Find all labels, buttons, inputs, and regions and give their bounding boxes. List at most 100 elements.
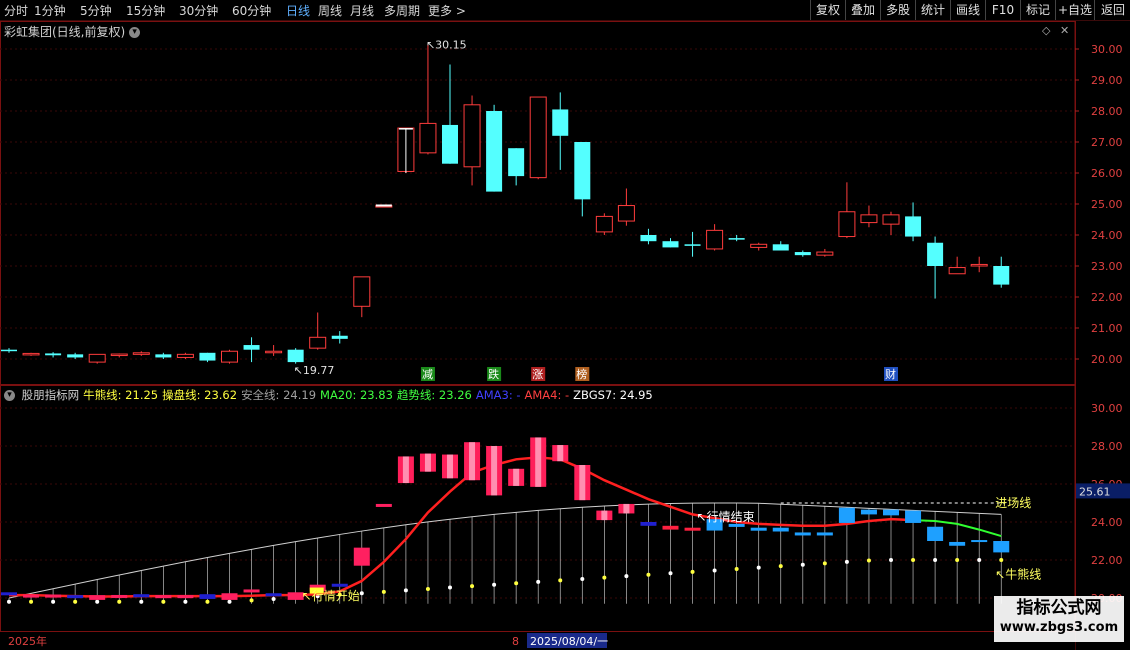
tab-more[interactable]: 更多 > (428, 2, 466, 19)
close-icon[interactable]: ✕ (1060, 24, 1069, 37)
candle-body-down (331, 335, 348, 339)
event-badge-label: 减 (422, 368, 433, 381)
sub-bar-blue (993, 541, 1010, 553)
kline-chart[interactable]: 30.00 29.00 28.00 27.00 26.00 25.00 24.00 23.00… (0, 21, 1130, 650)
candle-body-up (529, 96, 547, 179)
chevron-right-icon: > (455, 4, 466, 18)
market-end-label: ↖行情结束 (697, 510, 755, 524)
candle-body-down (243, 345, 260, 350)
sub-bar-small (155, 595, 172, 599)
tab-15min[interactable]: 15分钟 (126, 2, 165, 19)
sub-bar-small (1, 592, 17, 596)
overlay-button[interactable]: 叠加 (845, 0, 880, 20)
bull-bear-dot (778, 564, 783, 569)
main-panel-frame (0, 21, 1076, 385)
legend-item-3: 安全线: 24.19 (241, 388, 317, 402)
year-label: 2025年 (8, 634, 47, 648)
bull-bear-dot (73, 599, 78, 604)
symbol-title: 彩虹集团(日线,前复权) ▾ (4, 23, 141, 40)
tab-5min[interactable]: 5分钟 (80, 2, 112, 19)
sub-bar-stripe (491, 446, 498, 496)
sub-bar-small (199, 594, 216, 599)
candle-body-down (927, 242, 944, 266)
sub-bar-small (177, 595, 194, 599)
bull-bear-dot (425, 586, 430, 591)
tab-1min[interactable]: 1分钟 (34, 2, 66, 19)
candle-body-up (221, 350, 238, 363)
tab-multi-period[interactable]: 多周期 (384, 2, 420, 19)
bull-bear-dot (117, 599, 122, 604)
main-y-tick-label: 22.00 (1091, 291, 1123, 304)
legend-item-2: 操盘线: 23.62 (162, 388, 238, 402)
candle-body-up (595, 215, 613, 233)
candle-body-down (155, 354, 172, 358)
chart-area[interactable]: 30.00 29.00 28.00 27.00 26.00 25.00 24.00 23.00… (0, 21, 1130, 650)
sub-bar-stripe (557, 445, 564, 462)
candle-body-up (617, 205, 635, 222)
candle-body-up (176, 353, 194, 358)
candle-body-down (287, 349, 304, 363)
event-badge-label: 跌 (488, 367, 499, 381)
bull-bear-dot (470, 584, 475, 589)
bull-bear-line-label: ↖牛熊线 (995, 566, 1041, 581)
month-marker: 8 (512, 635, 519, 648)
sub-y-tick-label: 24.00 (1091, 516, 1123, 529)
sub-bar-small (662, 525, 679, 530)
main-y-tick-label: 24.00 (1091, 229, 1123, 242)
stats-button[interactable]: 统计 (915, 0, 950, 20)
dropdown-icon[interactable]: ▾ (129, 27, 141, 38)
sub-bar-blue (860, 509, 877, 515)
market-start-label: ↖行情开始 (302, 589, 360, 603)
candle-body-down (684, 244, 701, 246)
sub-bar-blue (838, 507, 855, 523)
event-badge-label: 榜 (576, 367, 587, 381)
mark-button[interactable]: 标记 (1020, 0, 1055, 20)
bull-bear-dot (911, 558, 916, 562)
candle-body-down (1, 349, 17, 352)
f10-button[interactable]: F10 (985, 0, 1020, 20)
add-favorite-button[interactable]: +自选 (1055, 0, 1094, 20)
multi-stock-button[interactable]: 多股 (880, 0, 915, 20)
tab-fenshi[interactable]: 分时 (4, 2, 28, 19)
indicator-dropdown-icon[interactable]: ▾ (4, 390, 15, 401)
bull-bear-dot (712, 568, 717, 573)
candle-body-down (794, 252, 811, 256)
tab-30min[interactable]: 30分钟 (179, 2, 218, 19)
sub-bar-small (243, 589, 260, 593)
tab-weekly[interactable]: 周线 (318, 2, 342, 19)
sub-bar-blue (883, 509, 899, 516)
sub-bar-stripe (601, 510, 608, 521)
sub-bar-small (331, 583, 348, 587)
fuquan-button[interactable]: 复权 (810, 0, 845, 20)
main-y-tick-label: 25.00 (1091, 198, 1123, 211)
event-badge-label: 财 (885, 367, 896, 381)
tab-60min[interactable]: 60分钟 (232, 2, 271, 19)
sub-bar-blue (905, 510, 922, 523)
candle-body-up (948, 267, 966, 275)
sub-bar-blue (772, 527, 789, 532)
candle-body-down (905, 216, 922, 237)
sub-bar-stripe (513, 468, 520, 486)
sub-bar-small (89, 595, 106, 600)
bull-bear-dot (536, 579, 541, 584)
sub-bar-stripe (469, 442, 476, 481)
tab-daily[interactable]: 日线 (286, 2, 310, 19)
tab-monthly[interactable]: 月线 (350, 2, 374, 19)
legend-item-8: ZBGS7: 24.95 (573, 388, 653, 402)
back-button[interactable]: 返回 (1094, 0, 1130, 20)
bull-bear-dot (7, 599, 11, 604)
bull-bear-dot (95, 599, 100, 604)
bull-bear-dot (205, 599, 210, 604)
sub-bar-small (133, 594, 150, 598)
bull-bear-dot (646, 572, 651, 577)
diamond-icon[interactable]: ◇ (1042, 24, 1050, 37)
draw-line-button[interactable]: 画线 (950, 0, 985, 20)
candle-body-down (508, 148, 525, 177)
candle-body-down (640, 235, 657, 242)
main-y-tick-label: 28.00 (1091, 105, 1123, 118)
high-price-label: ↖30.15 (426, 38, 467, 51)
sub-bar-small (265, 593, 282, 597)
bull-bear-dot (359, 591, 364, 596)
event-badge-label: 涨 (532, 368, 543, 381)
candle-body-up (750, 243, 768, 248)
